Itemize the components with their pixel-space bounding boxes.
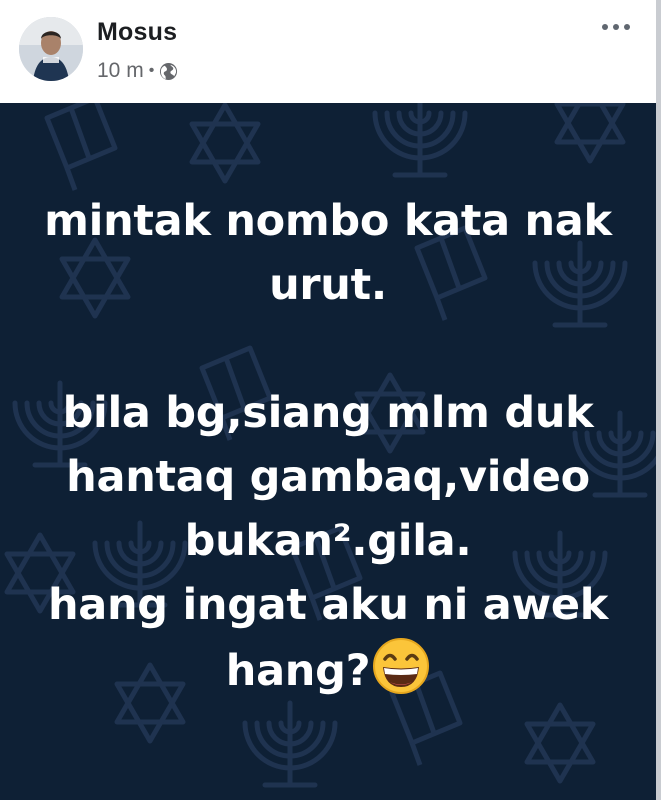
post-text-last-line: hang? bbox=[0, 637, 656, 701]
post-background-card: mintak nombo kata nak urut. bila bg,sian… bbox=[0, 103, 656, 800]
post-text-line: mintak nombo kata nak bbox=[44, 196, 612, 246]
author-name[interactable]: Mosus bbox=[97, 18, 177, 47]
post-text-line: urut. bbox=[269, 260, 387, 310]
post-time[interactable]: 10 m bbox=[97, 59, 144, 83]
post-text-line: hang? bbox=[225, 646, 371, 696]
scroll-edge bbox=[656, 0, 661, 800]
post-meta: 10 m • bbox=[97, 58, 178, 84]
post-text-line: hantaq gambaq,video bbox=[66, 452, 590, 502]
globe-icon[interactable] bbox=[159, 62, 178, 81]
grinning-face-emoji bbox=[372, 637, 430, 695]
post-text: mintak nombo kata nak urut. bila bg,sian… bbox=[0, 189, 656, 701]
avatar[interactable] bbox=[19, 17, 83, 81]
facebook-post: Mosus 10 m • mintak nombo kata nak urut.… bbox=[0, 0, 661, 800]
meta-separator: • bbox=[148, 62, 155, 79]
post-header: Mosus 10 m • bbox=[0, 0, 661, 103]
avatar-photo bbox=[19, 17, 83, 81]
post-text-line: bila bg,siang mlm duk bbox=[62, 388, 594, 438]
post-text-line: bukan².gila. bbox=[184, 516, 472, 566]
post-text-line: hang ingat aku ni awek bbox=[47, 580, 609, 630]
more-options-icon[interactable] bbox=[596, 15, 636, 39]
